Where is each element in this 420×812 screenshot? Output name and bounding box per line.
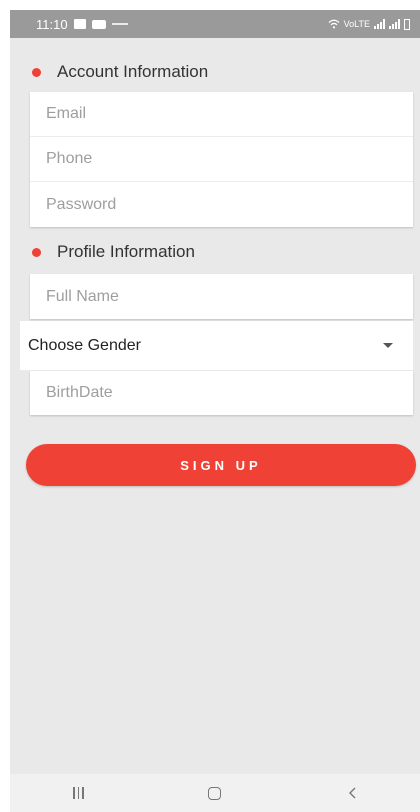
gender-select[interactable]: Choose Gender [20,321,413,371]
birthdate-field[interactable] [44,383,413,403]
gallery-icon [73,19,86,29]
status-bar: 11:10 VoLTE [10,10,420,38]
profile-section-title: Profile Information [57,242,195,261]
birthdate-card [30,371,413,415]
status-bar-right: VoLTE [328,18,410,30]
phone-field[interactable] [44,149,413,169]
gender-select-value: Choose Gender [28,336,141,354]
sign-up-button[interactable]: SIGN UP [26,444,416,486]
account-card [30,92,413,227]
account-section-header: Account Information [10,52,420,92]
fullname-card [30,274,413,319]
birthdate-row [30,371,413,415]
volte-label: VoLTE [343,19,370,29]
status-bar-left: 11:10 [36,17,128,32]
status-time: 11:10 [36,16,68,32]
password-row [30,182,413,227]
bullet-icon [32,247,41,257]
recent-apps-button[interactable] [58,778,98,808]
recent-apps-icon [73,787,84,799]
wifi-icon [328,19,340,29]
fullname-row [30,274,413,319]
notification-icon [111,23,128,25]
signal-strength-icon-2 [389,19,400,29]
home-button[interactable] [195,778,235,808]
home-icon [208,786,222,800]
signup-screen: 11:10 VoLTE Account Information Email Ph… [10,10,420,812]
chat-icon [91,19,106,29]
signal-strength-icon [374,19,385,29]
battery-icon [404,18,410,30]
email-field[interactable] [44,104,413,124]
full-name-field[interactable] [44,286,413,307]
bullet-icon [32,67,41,77]
chevron-down-icon [383,343,393,348]
password-field[interactable] [44,194,413,215]
back-icon [348,787,356,799]
account-section-title: Account Information [57,62,209,81]
back-button[interactable] [332,778,372,808]
system-navigation-bar [10,774,420,812]
profile-section-header: Profile Information [10,232,420,272]
email-row [30,92,413,137]
phone-row [30,137,413,182]
